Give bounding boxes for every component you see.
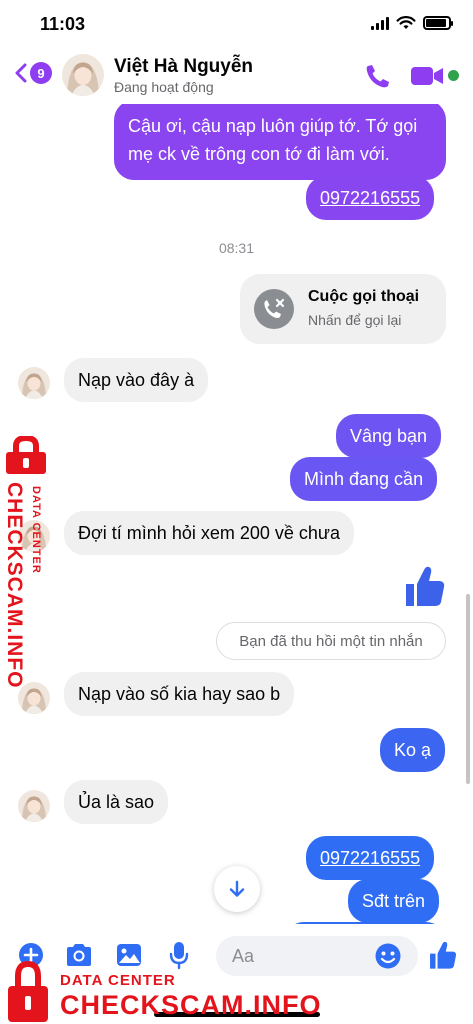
status-icons [371, 16, 453, 30]
lock-icon [8, 960, 48, 1022]
message-timestamp: 08:31 [218, 240, 255, 256]
message-bubble[interactable]: Ủa là sao [64, 780, 169, 824]
lock-icon [6, 436, 46, 474]
back-button[interactable]: 9 [14, 62, 52, 84]
watermark-bottom: DATA CENTER CHECKSCAM.INFO [0, 960, 321, 1024]
message-bubble[interactable]: Mình đang cần [290, 457, 438, 501]
chat-header: 9 Việt Hà Nguyễn Đang hoạt động [0, 48, 473, 104]
message-text: Đợi tí mình hỏi xem 200 về chưa [78, 523, 340, 543]
phone-icon[interactable] [364, 62, 392, 90]
avatar-image [62, 54, 104, 96]
watermark-title: CHECKSCAM.INFO [3, 482, 26, 689]
status-time: 11:03 [40, 14, 86, 34]
call-card-subtitle: Nhấn để gọi lại [308, 312, 402, 328]
message-bubble[interactable]: Nạp vào đây à [64, 358, 209, 402]
status-bar: 11:03 [0, 0, 473, 48]
contact-avatar[interactable] [62, 54, 104, 96]
message-text: Nạp vào đây à [78, 370, 195, 390]
message-text: Nạp vào số kia hay sao b [78, 684, 281, 704]
missed-call-icon [254, 289, 294, 329]
battery-fill [426, 19, 446, 27]
watermark-title: CHECKSCAM.INFO [60, 990, 322, 1020]
message-text: Mình đang cần [304, 469, 424, 489]
contact-status: Đang hoạt động [114, 79, 214, 95]
missed-call-card[interactable]: Cuộc gọi thoại Nhấn để gọi lại [240, 274, 446, 344]
message-text: Ủa là sao [78, 792, 155, 812]
sender-avatar[interactable] [18, 790, 50, 822]
avatar-image [18, 367, 50, 399]
call-card-title: Cuộc gọi thoại [308, 288, 420, 305]
unsent-message-text: Bạn đã thu hồi một tin nhắn [239, 632, 423, 650]
online-status-dot [448, 70, 459, 81]
phone-number-link[interactable]: 0972216555 [306, 836, 435, 880]
watermark-subtitle: DATA CENTER [60, 972, 176, 989]
watermark-subtitle: DATA CENTER [30, 486, 42, 574]
thumbs-up-icon[interactable] [428, 940, 458, 970]
message-bubble[interactable]: Cậu ơi, cậu nạp luôn giúp tớ. Tớ gọi mẹ … [114, 104, 446, 180]
scroll-to-bottom-button[interactable] [214, 866, 260, 912]
message-bubble[interactable]: Ko ạ [380, 728, 446, 772]
battery-icon [423, 16, 453, 30]
message-list[interactable]: Cậu ơi, cậu nạp luôn giúp tớ. Tớ gọi mẹ … [0, 104, 473, 924]
emoji-icon[interactable] [374, 942, 402, 970]
message-bubble[interactable]: Sđt trên [348, 879, 440, 923]
back-chevron-icon [15, 63, 27, 83]
message-text: Cậu ơi, cậu nạp luôn giúp tớ. Tớ gọi mẹ … [128, 116, 418, 164]
unread-count-badge: 9 [30, 62, 52, 84]
arrow-down-icon [229, 880, 245, 897]
message-text: Ko ạ [394, 740, 432, 760]
contact-name: Việt Hà Nguyễn [114, 56, 254, 77]
message-text[interactable]: 0972216555 [320, 848, 420, 868]
scrollbar[interactable] [466, 594, 470, 784]
wifi-icon [396, 16, 416, 29]
message-bubble[interactable]: Vâng bạn [336, 414, 442, 458]
message-text[interactable]: 0972216555 [320, 188, 420, 208]
signal-icon [371, 16, 389, 30]
avatar-image [18, 790, 50, 822]
message-text: Sđt trên [362, 891, 426, 911]
message-bubble[interactable]: Nạp vào số kia hay sao b [64, 672, 295, 716]
sender-avatar[interactable] [18, 367, 50, 399]
phone-number-link[interactable]: 0972216555 [306, 176, 435, 220]
message-text: Vâng bạn [350, 426, 428, 446]
message-bubble[interactable]: Đợi tí mình hỏi xem 200 về chưa [64, 511, 354, 555]
unsent-message-notice: Bạn đã thu hồi một tin nhắn [216, 622, 446, 660]
thumbs-up-icon[interactable] [404, 564, 446, 608]
watermark-side: CHECKSCAM.INFO DATA CENTER [0, 436, 56, 689]
video-camera-icon[interactable] [410, 65, 444, 87]
